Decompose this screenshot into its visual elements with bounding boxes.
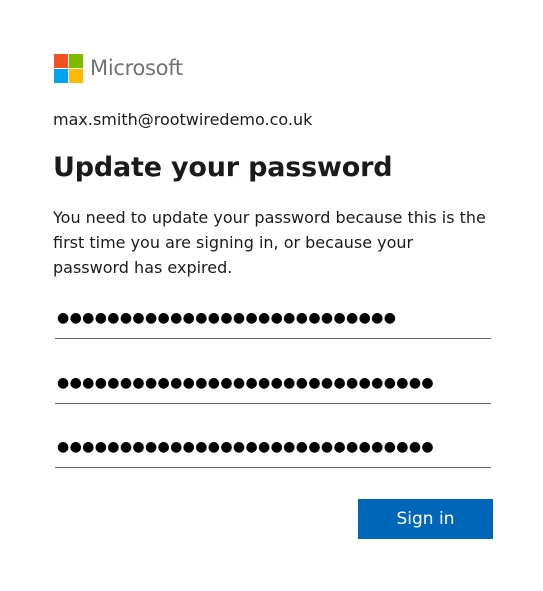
logo-square-blue [54, 69, 68, 83]
account-email: max.smith@rootwiredemo.co.uk [53, 110, 313, 129]
microsoft-logo: Microsoft [54, 53, 183, 84]
page-title: Update your password [53, 152, 393, 183]
logo-square-yellow [69, 69, 83, 83]
microsoft-logo-icon [54, 54, 83, 83]
logo-square-green [69, 54, 83, 68]
microsoft-wordmark: Microsoft [90, 56, 183, 80]
logo-square-red [54, 54, 68, 68]
confirm-password-field[interactable] [55, 434, 491, 468]
current-password-field[interactable] [55, 305, 491, 339]
sign-in-card: Microsoft max.smith@rootwiredemo.co.uk U… [0, 0, 543, 591]
page-description: You need to update your password because… [53, 208, 486, 277]
new-password-field[interactable] [55, 370, 491, 404]
sign-in-button[interactable]: Sign in [358, 499, 493, 539]
